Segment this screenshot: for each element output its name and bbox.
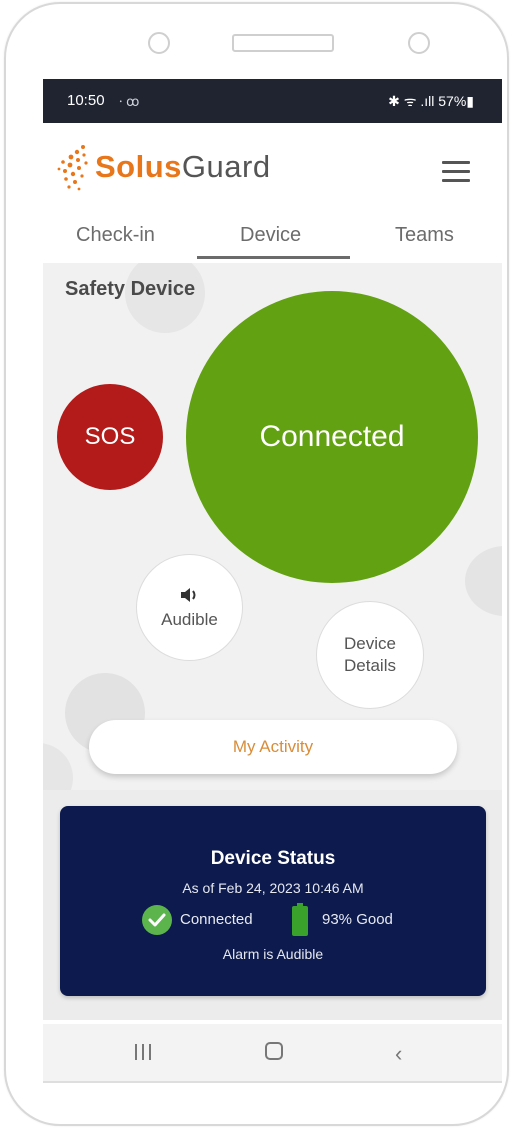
safety-device-panel: Safety Device SOS Connected Audible Devi… xyxy=(43,263,502,790)
app-screen: 10:50 ⸱ ꝏ ✱ ᯤ .ıll 57%▮ SolusGuard Check… xyxy=(43,79,502,1083)
battery-status-text: 93% Good xyxy=(322,911,393,928)
front-camera-left xyxy=(148,32,170,54)
audible-toggle-button[interactable]: Audible xyxy=(136,554,243,661)
notification-icons: ⸱ ꝏ xyxy=(119,94,140,109)
hamburger-menu-icon[interactable] xyxy=(442,161,470,182)
brand-name-solus: Solus xyxy=(95,149,182,184)
home-icon[interactable] xyxy=(265,1042,283,1060)
brand-name-guard: Guard xyxy=(181,149,271,184)
audible-label: Audible xyxy=(161,609,218,629)
recent-apps-icon[interactable] xyxy=(135,1044,153,1060)
tab-teams[interactable]: Teams xyxy=(395,224,454,247)
connection-status-text: Connected xyxy=(180,911,253,928)
status-row: Connected 93% Good xyxy=(60,903,486,937)
device-details-label-line1: Device xyxy=(344,634,396,653)
device-status-card: Device Status As of Feb 24, 2023 10:46 A… xyxy=(60,806,486,996)
system-icons: ✱ ᯤ .ıll 57%▮ xyxy=(388,93,474,109)
tab-check-in[interactable]: Check-in xyxy=(76,224,155,247)
speaker-icon xyxy=(180,587,195,602)
android-nav-bar: ‹ xyxy=(43,1024,502,1083)
solusguard-logo-icon xyxy=(57,145,88,191)
battery-icon xyxy=(292,903,308,936)
active-tab-indicator xyxy=(197,256,350,259)
status-timestamp: As of Feb 24, 2023 10:46 AM xyxy=(182,880,364,896)
device-details-button[interactable]: Device Details xyxy=(316,601,424,709)
front-camera-right xyxy=(408,32,430,54)
status-bar: 10:50 ⸱ ꝏ ✱ ᯤ .ıll 57%▮ xyxy=(43,79,502,123)
app-header: SolusGuard xyxy=(43,123,502,211)
section-title: Safety Device xyxy=(65,278,196,300)
tab-device[interactable]: Device xyxy=(240,224,301,247)
back-icon[interactable]: ‹ xyxy=(395,1041,402,1067)
status-card-title: Device Status xyxy=(210,848,336,869)
alarm-status-text: Alarm is Audible xyxy=(222,946,324,962)
background-bubble xyxy=(43,743,73,790)
check-icon xyxy=(142,905,172,935)
device-details-label-line2: Details xyxy=(344,656,396,675)
connection-status-button[interactable]: Connected xyxy=(186,291,478,583)
sos-button[interactable]: SOS xyxy=(57,384,163,490)
background-bubble xyxy=(465,546,502,616)
earpiece-speaker xyxy=(232,34,334,52)
status-time: 10:50 xyxy=(67,92,105,109)
my-activity-button[interactable]: My Activity xyxy=(89,720,457,774)
brand-name: SolusGuard xyxy=(95,149,271,185)
